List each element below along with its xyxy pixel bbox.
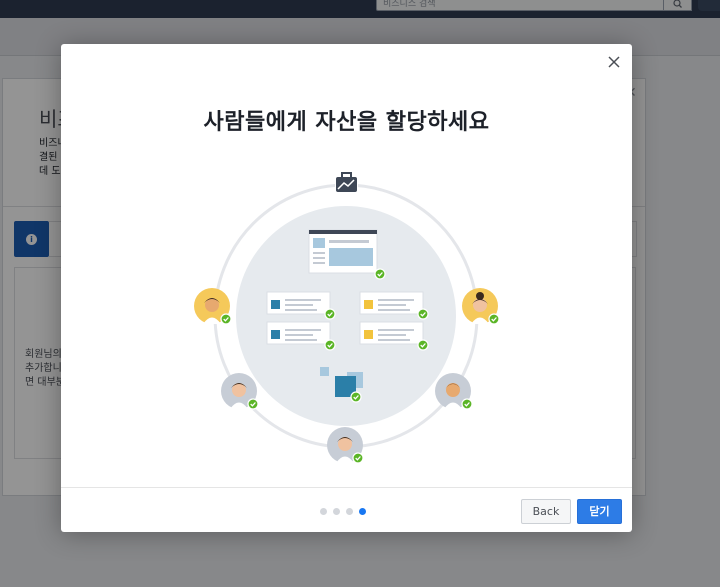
asset-card-yellow-1 [359,291,424,315]
check-icon [324,308,336,320]
dialog-footer: Back 닫기 [61,487,632,532]
check-icon [461,398,473,410]
close-icon[interactable] [605,53,623,71]
pagination-dot[interactable] [320,508,327,515]
pagination-dot[interactable] [333,508,340,515]
briefcase-icon [335,172,358,192]
check-icon [350,391,362,403]
pagination-dot[interactable] [346,508,353,515]
dialog-title: 사람들에게 자산을 할당하세요 [203,110,490,135]
check-icon [247,398,259,410]
check-icon [417,308,429,320]
asset-card-yellow-2 [359,321,424,345]
page-asset-card [308,229,378,274]
pagination-dots [320,508,366,516]
check-icon [374,268,386,280]
pagination-dot[interactable] [359,508,366,515]
check-icon [324,339,336,351]
back-button[interactable]: Back [521,499,571,524]
asset-card-blue-1 [266,291,331,315]
close-button[interactable]: 닫기 [577,499,622,524]
check-icon [220,313,232,325]
asset-card-blue-2 [266,321,331,345]
assign-assets-illustration [194,172,500,464]
assign-assets-dialog: 사람들에게 자산을 할당하세요 Back 닫기 [61,44,632,532]
check-icon [352,452,364,464]
check-icon [488,313,500,325]
check-icon [417,339,429,351]
